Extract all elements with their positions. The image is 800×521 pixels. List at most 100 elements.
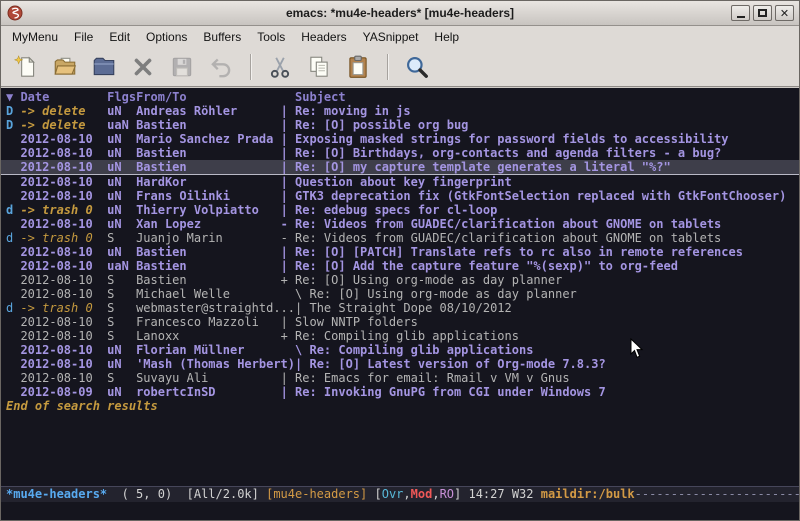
msg-mark — [6, 329, 20, 343]
message-row[interactable]: d -> trash 0 S Juanjo Marin - Re: Videos… — [1, 231, 799, 245]
menu-help[interactable]: Help — [426, 27, 467, 47]
msg-mark — [6, 146, 20, 160]
msg-subject: Re: [O] Latest version of Org-mode 7.8.3… — [309, 357, 605, 371]
menu-tools[interactable]: Tools — [249, 27, 293, 47]
titlebar[interactable]: emacs: *mu4e-headers* [mu4e-headers] ✕ — [1, 1, 799, 26]
header-col-from[interactable]: From/To — [136, 90, 281, 104]
msg-from: HardKor — [136, 175, 281, 189]
msg-date: 2012-08-10 — [20, 343, 107, 357]
message-row[interactable]: 2012-08-09 uN robertcInSD | Re: Invoking… — [1, 385, 799, 399]
msg-subject: Slow NNTP folders — [295, 315, 418, 329]
msg-date: 2012-08-10 — [20, 189, 107, 203]
msg-flags: S — [107, 231, 136, 245]
menu-mymenu[interactable]: MyMenu — [4, 27, 66, 47]
msg-mark: d — [6, 203, 20, 217]
emacs-window: emacs: *mu4e-headers* [mu4e-headers] ✕ M… — [0, 0, 800, 521]
message-row[interactable]: 2012-08-10 uaN Bastien | Re: [O] Add the… — [1, 259, 799, 273]
message-row[interactable]: 2012-08-10 S Suvayu Ali | Re: Emacs for … — [1, 371, 799, 385]
msg-mark: d — [6, 301, 20, 315]
close-button[interactable]: ✕ — [775, 5, 794, 21]
message-row[interactable]: d -> trash 0 S webmaster@straightd...| T… — [1, 301, 799, 315]
search-button[interactable] — [404, 54, 430, 80]
msg-thread-separator: | — [281, 160, 295, 174]
message-row[interactable]: d -> trash 0 uN Thierry Volpiatto | Re: … — [1, 203, 799, 217]
msg-flags: uN — [107, 245, 136, 259]
msg-mark: D — [6, 118, 20, 132]
msg-flags: S — [107, 273, 136, 287]
dired-button[interactable] — [91, 54, 117, 80]
maximize-icon — [758, 9, 767, 17]
msg-mark — [6, 385, 20, 399]
modeline-dashes: ---------------------------------------- — [635, 487, 799, 501]
sort-direction-icon: ▼ — [6, 90, 20, 104]
message-row[interactable]: 2012-08-10 uN Mario Sanchez Prada | Expo… — [1, 132, 799, 146]
msg-thread-separator: | — [281, 146, 295, 160]
message-row[interactable]: 2012-08-10 uN Bastien | Re: [O] my captu… — [1, 160, 799, 175]
message-row[interactable]: D -> delete uaN Bastien | Re: [O] possib… — [1, 118, 799, 132]
message-row[interactable]: 2012-08-10 uN Bastien | Re: [O] Birthday… — [1, 146, 799, 160]
modeline-mod: Mod — [411, 487, 433, 501]
paste-button[interactable] — [345, 54, 371, 80]
close-icon: ✕ — [780, 8, 789, 19]
menu-yasnippet[interactable]: YASnippet — [355, 27, 427, 47]
mouse-cursor — [630, 338, 644, 359]
message-row[interactable]: D -> delete uN Andreas Röhler | Re: movi… — [1, 104, 799, 118]
msg-date: 2012-08-10 — [20, 217, 107, 231]
msg-thread-separator: | — [281, 245, 295, 259]
header-line[interactable]: ▼ Date FlgsFrom/To Subject — [1, 88, 799, 104]
menu-headers[interactable]: Headers — [293, 27, 354, 47]
message-row[interactable]: 2012-08-10 uN Xan Lopez - Re: Videos fro… — [1, 217, 799, 231]
msg-subject: Re: [O] Add the capture feature "%(sexp)… — [295, 259, 678, 273]
msg-mark-target: -> trash 0 — [20, 231, 107, 245]
maximize-button[interactable] — [753, 5, 772, 21]
toolbar-separator — [387, 54, 388, 80]
copy-button[interactable] — [306, 54, 332, 80]
msg-thread-separator: + — [281, 329, 295, 343]
msg-from: 'Mash (Thomas Herbert) — [136, 357, 295, 371]
menu-file[interactable]: File — [66, 27, 101, 47]
msg-flags: S — [107, 371, 136, 385]
end-of-results-label: End of search results — [1, 399, 799, 413]
msg-thread-separator: | — [281, 132, 295, 146]
minibuffer-echo-area[interactable] — [1, 502, 799, 520]
msg-subject: Re: Emacs for email: Rmail v VM v Gnus — [295, 371, 570, 385]
menu-edit[interactable]: Edit — [101, 27, 138, 47]
modeline-plain: , — [403, 487, 410, 501]
msg-subject: Re: [O] Using org-mode as day planner — [309, 287, 576, 301]
message-row[interactable]: 2012-08-10 uN Bastien | Re: [O] [PATCH] … — [1, 245, 799, 259]
message-row[interactable]: 2012-08-10 S Francesco Mazzoli | Slow NN… — [1, 315, 799, 329]
msg-date: 2012-08-10 — [20, 315, 107, 329]
header-gap — [281, 90, 295, 104]
msg-thread-separator: + — [281, 273, 295, 287]
msg-thread-separator: | — [281, 118, 295, 132]
new-file-button[interactable] — [13, 54, 39, 80]
kill-buffer-button[interactable] — [130, 54, 156, 80]
msg-from: Mario Sanchez Prada — [136, 132, 281, 146]
message-row[interactable]: 2012-08-10 S Lanoxx + Re: Compiling glib… — [1, 329, 799, 343]
mu4e-headers-buffer: ▼ Date FlgsFrom/To Subject D -> delete u… — [1, 87, 799, 486]
message-row[interactable]: 2012-08-10 uN 'Mash (Thomas Herbert)| Re… — [1, 357, 799, 371]
msg-mark — [6, 132, 20, 146]
menu-options[interactable]: Options — [138, 27, 195, 47]
modeline-ro: RO — [440, 487, 454, 501]
msg-thread-separator: | — [281, 371, 295, 385]
message-row[interactable]: 2012-08-10 S Michael Welle \ Re: [O] Usi… — [1, 287, 799, 301]
msg-subject: GTK3 deprecation fix (GtkFontSelection r… — [295, 189, 786, 203]
msg-subject: Exposing masked strings for password fie… — [295, 132, 728, 146]
message-row[interactable]: 2012-08-10 S Bastien + Re: [O] Using org… — [1, 273, 799, 287]
minimize-button[interactable] — [731, 5, 750, 21]
menu-buffers[interactable]: Buffers — [195, 27, 249, 47]
header-col-date[interactable]: Date — [20, 90, 107, 104]
msg-mark — [6, 343, 20, 357]
header-col-subject[interactable]: Subject — [295, 90, 346, 104]
message-row[interactable]: 2012-08-10 uN HardKor | Question about k… — [1, 175, 799, 189]
header-col-flags[interactable]: Flgs — [107, 90, 136, 104]
open-file-button[interactable] — [52, 54, 78, 80]
msg-flags: uN — [107, 160, 136, 174]
msg-date: 2012-08-10 — [20, 160, 107, 174]
message-row[interactable]: 2012-08-10 uN Frans Oilinki | GTK3 depre… — [1, 189, 799, 203]
msg-flags: uN — [107, 203, 136, 217]
modeline-plain: , — [432, 487, 439, 501]
message-row[interactable]: 2012-08-10 uN Florian Müllner \ Re: Comp… — [1, 343, 799, 357]
cut-button[interactable] — [267, 54, 293, 80]
